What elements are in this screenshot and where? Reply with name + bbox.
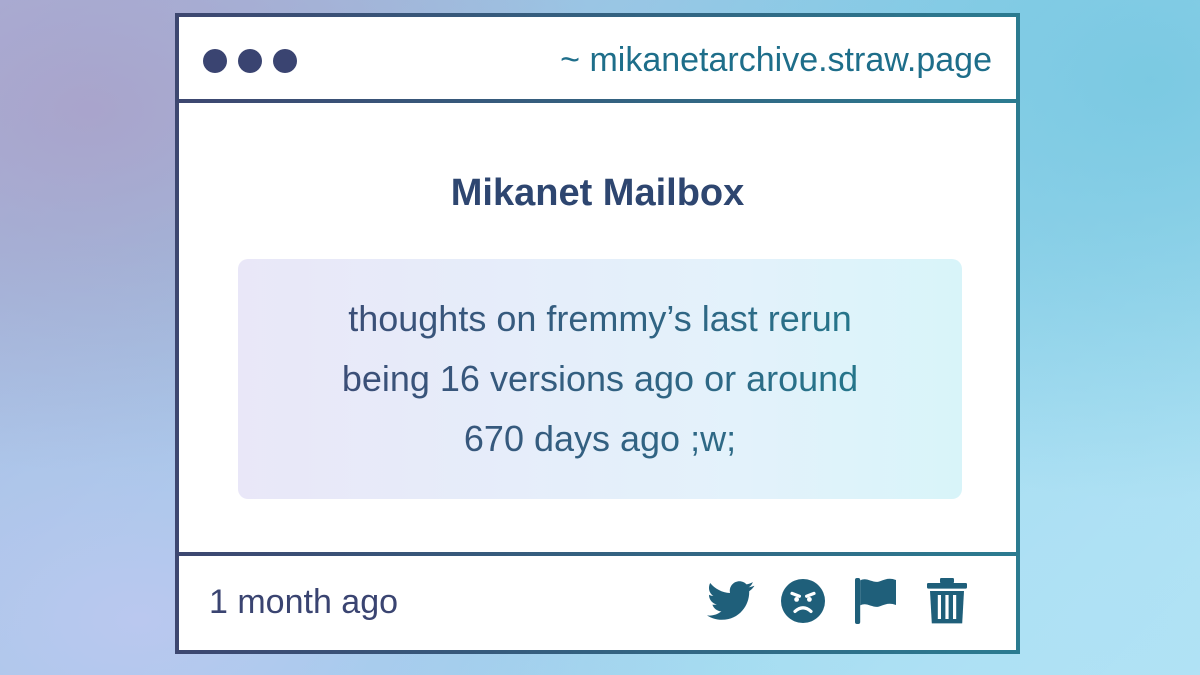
twitter-icon <box>707 581 755 620</box>
mailbox-window: ~ mikanetarchive.straw.page Mikanet Mail… <box>175 13 1020 654</box>
flag-icon <box>855 578 896 624</box>
message-text: thoughts on fremmy’s last rerun being 16… <box>258 289 942 469</box>
action-bar <box>706 576 972 626</box>
report-button[interactable] <box>850 576 900 626</box>
title-bar: ~ mikanetarchive.straw.page <box>179 17 1016 103</box>
page-url[interactable]: ~ mikanetarchive.straw.page <box>560 37 992 83</box>
window-dot[interactable] <box>203 49 227 73</box>
message-line: being 16 versions ago or around <box>341 358 859 399</box>
window-dot[interactable] <box>238 49 262 73</box>
message-line: thoughts on fremmy’s last rerun <box>348 298 852 339</box>
message-card: thoughts on fremmy’s last rerun being 16… <box>238 259 962 499</box>
page-title: Mikanet Mailbox <box>450 172 745 214</box>
delete-button[interactable] <box>922 576 972 626</box>
trash-icon <box>927 578 967 624</box>
share-twitter-button[interactable] <box>706 576 756 626</box>
message-line: 670 days ago ;w; <box>463 418 737 459</box>
window-dot[interactable] <box>273 49 297 73</box>
angry-face-icon <box>781 579 825 623</box>
post-footer: 1 month ago <box>179 552 1016 650</box>
post-timestamp: 1 month ago <box>209 583 399 621</box>
react-angry-button[interactable] <box>778 576 828 626</box>
window-dots <box>203 49 297 73</box>
